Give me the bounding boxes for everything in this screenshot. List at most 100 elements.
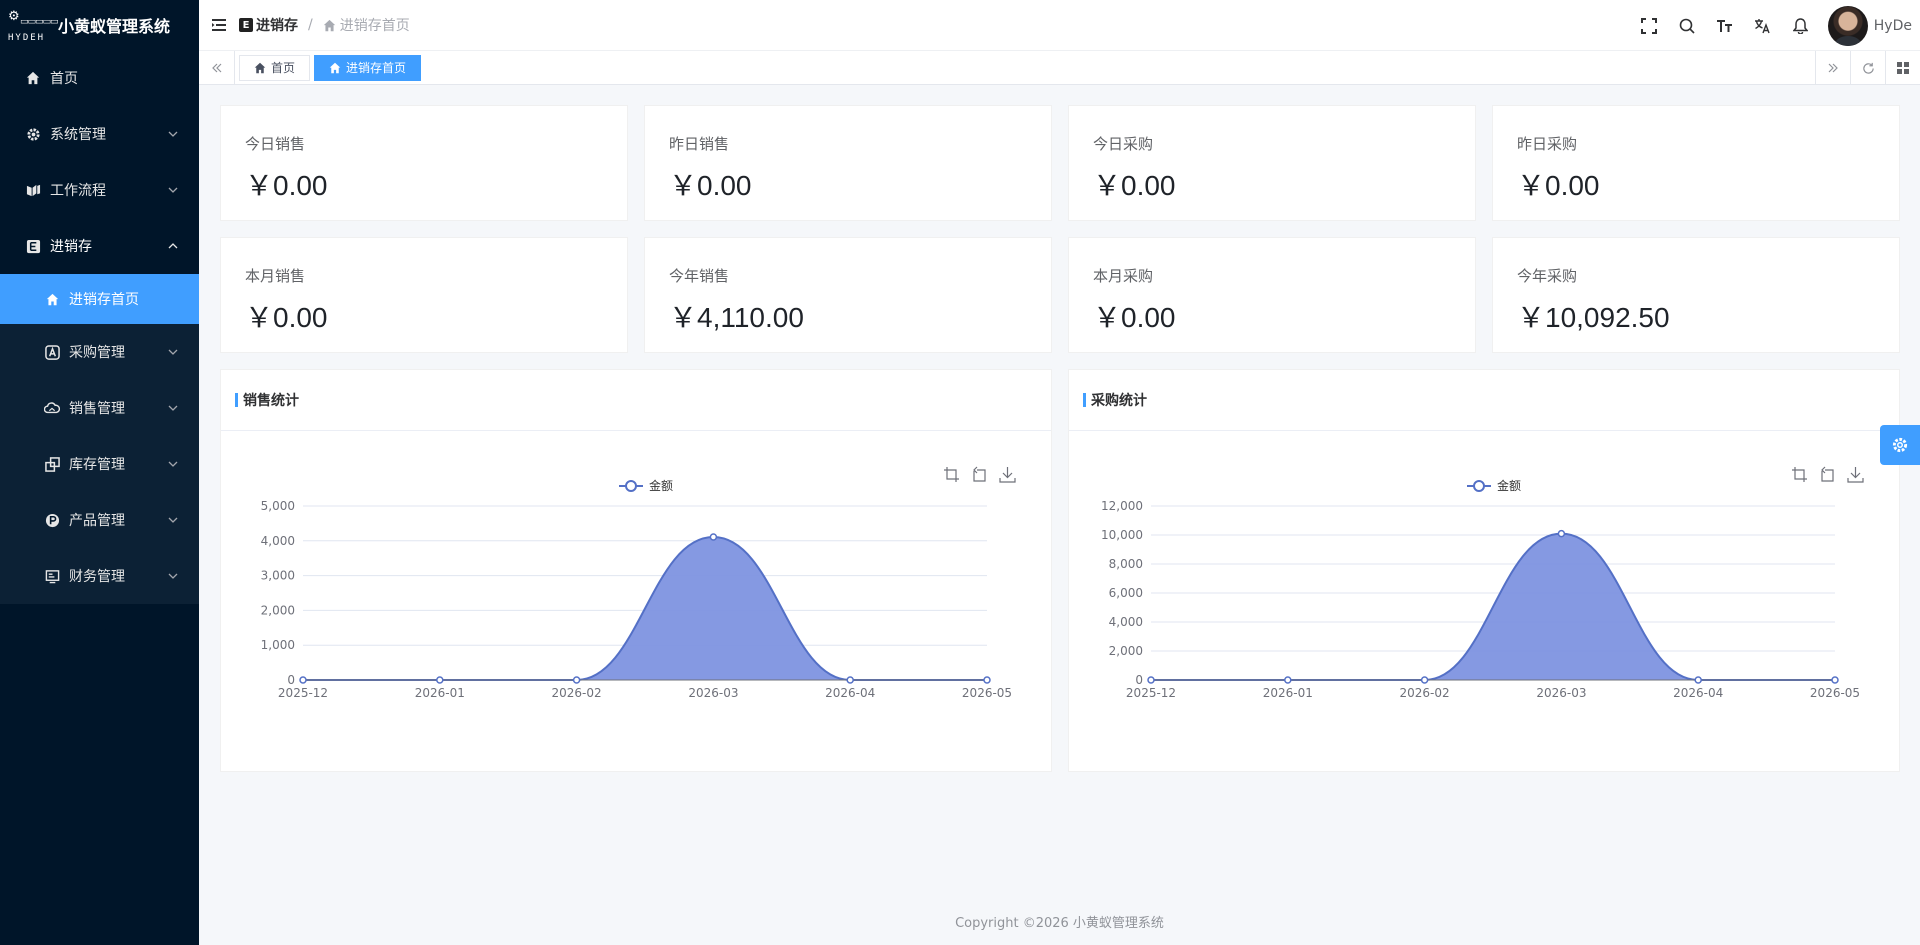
sidebar-item-label: 进销存首页 <box>69 292 139 308</box>
breadcrumb-item[interactable]: 进销存 <box>256 15 298 35</box>
sidebar-menu: 首页 系统管理 工作流程 进销存 进销存首页 采购管理 销售管理 库存管理 产品… <box>0 50 199 604</box>
footer-copyright: Copyright ©2026 小黄蚁管理系统 <box>955 916 1164 931</box>
purchase-chart-panel: 采购统计 金额 0 2,000 4,000 6,000 8,000 10,000 12,000… <box>1068 369 1900 772</box>
panel-header: 采购统计 <box>1069 370 1899 431</box>
stat-card: 本月销售 ￥0.00 <box>220 237 628 353</box>
legend-label: 金额 <box>649 478 673 493</box>
inventory-icon <box>25 238 41 254</box>
logo[interactable]: ⚙ ▭▭▭▭▭ HYDEH 小黄蚁管理系统 <box>0 0 199 50</box>
sidebar-item-purchase[interactable]: 采购管理 <box>0 324 199 380</box>
sidebar-item-sales[interactable]: 销售管理 <box>0 380 199 436</box>
y-tick-label: 2,000 <box>1109 644 1143 658</box>
breadcrumb-separator: / <box>308 17 313 33</box>
home-icon <box>25 70 41 86</box>
y-tick-label: 5,000 <box>261 499 295 513</box>
tab-label: 首页 <box>271 61 296 75</box>
tabs-scroll-right-icon[interactable] <box>1815 51 1850 85</box>
data-point <box>1694 676 1702 684</box>
sidebar-item-home[interactable]: 首页 <box>0 50 199 106</box>
inventory-submenu: 进销存首页 采购管理 销售管理 库存管理 产品管理 财务管理 <box>0 274 199 604</box>
sidebar-item-inventory[interactable]: 进销存 <box>0 218 199 274</box>
x-tick-label: 2026-02 <box>552 686 602 700</box>
data-point <box>572 676 581 684</box>
home-icon <box>323 19 335 31</box>
sidebar-item-product[interactable]: 产品管理 <box>0 492 199 548</box>
sidebar-item-label: 首页 <box>50 71 78 87</box>
stat-value: ￥0.00 <box>245 302 328 333</box>
data-point <box>299 676 307 684</box>
gear-icon <box>1892 437 1908 453</box>
stat-card: 昨日采购 ￥0.00 <box>1492 105 1900 221</box>
translate-icon[interactable] <box>1744 0 1782 51</box>
stat-card: 本月采购 ￥0.00 <box>1068 237 1476 353</box>
username[interactable]: HyDe <box>1874 18 1912 34</box>
panel-title: 采购统计 <box>1091 393 1147 409</box>
sidebar-item-label: 系统管理 <box>50 127 106 143</box>
tab-inventory-home[interactable]: 进销存首页 <box>314 54 422 81</box>
sidebar-item-inventory-home[interactable]: 进销存首页 <box>0 274 199 324</box>
sales-chart: 金额 0 1,000 2,000 3,000 4,000 5,000 2025-12 2026-… <box>261 478 1012 700</box>
fullscreen-icon[interactable] <box>1630 0 1668 51</box>
sidebar: ⚙ ▭▭▭▭▭ HYDEH 小黄蚁管理系统 首页 系统管理 工作流程 进销存 进… <box>0 0 199 945</box>
refresh-icon[interactable] <box>1850 51 1885 85</box>
inventory-icon: E <box>239 18 253 32</box>
top-header: E 进销存 / 进销存首页 HyDe <box>199 0 1920 51</box>
y-tick-label: 0 <box>287 673 295 687</box>
stat-label: 昨日销售 <box>669 135 730 153</box>
chevron-up-icon <box>168 243 178 249</box>
purchase-icon <box>44 344 60 360</box>
data-point <box>1831 676 1839 684</box>
tabs-bar: 首页 进销存首页 <box>199 50 1920 85</box>
sidebar-item-label: 财务管理 <box>69 569 125 585</box>
sidebar-item-warehouse[interactable]: 库存管理 <box>0 436 199 492</box>
tabs-scroll-left-icon[interactable] <box>199 50 235 85</box>
sales-chart-panel: 销售统计 金额 0 1,000 2,000 3,000 4,000 5,000 2025-12… <box>220 369 1052 772</box>
grid-menu-icon[interactable] <box>1885 51 1920 85</box>
chevron-down-icon <box>168 517 178 523</box>
stat-value: ￥0.00 <box>1517 170 1600 201</box>
stat-label: 今年采购 <box>1517 267 1578 285</box>
sidebar-item-system[interactable]: 系统管理 <box>0 106 199 162</box>
y-tick-label: 1,000 <box>261 638 295 652</box>
settings-float-button[interactable] <box>1880 425 1920 465</box>
title-accent-bar <box>235 393 238 407</box>
stat-label: 今年销售 <box>669 267 730 285</box>
x-tick-label: 2026-05 <box>1810 686 1860 700</box>
home-icon <box>329 62 341 74</box>
purchase-chart: 金额 0 2,000 4,000 6,000 8,000 10,000 12,000 2025-… <box>1101 478 1860 700</box>
y-tick-label: 2,000 <box>261 603 295 617</box>
x-tick-label: 2026-04 <box>825 686 875 700</box>
tab-home[interactable]: 首页 <box>239 54 311 81</box>
x-tick-label: 2026-03 <box>1536 686 1586 700</box>
chevron-down-icon <box>168 573 178 579</box>
tabs-actions <box>1815 51 1920 85</box>
x-tick-label: 2026-01 <box>415 686 465 700</box>
sidebar-item-finance[interactable]: 财务管理 <box>0 548 199 604</box>
x-tick-label: 2025-12 <box>278 686 328 700</box>
y-tick-label: 3,000 <box>261 569 295 583</box>
stat-label: 本月采购 <box>1093 267 1154 285</box>
y-tick-label: 10,000 <box>1101 528 1143 542</box>
data-point <box>1420 676 1429 684</box>
logo-icon: ⚙ ▭▭▭▭▭ HYDEH <box>8 9 59 43</box>
bell-icon[interactable] <box>1782 0 1820 51</box>
y-tick-label: 12,000 <box>1101 499 1143 513</box>
data-point <box>1284 676 1292 684</box>
header-actions: HyDe <box>1630 0 1920 51</box>
x-tick-label: 2026-04 <box>1673 686 1723 700</box>
data-point <box>1557 529 1566 538</box>
chevron-down-icon <box>168 131 178 137</box>
legend-marker <box>1473 480 1485 492</box>
stat-value: ￥0.00 <box>1093 302 1176 333</box>
avatar[interactable] <box>1827 5 1868 46</box>
panel-title: 销售统计 <box>243 393 299 409</box>
search-icon[interactable] <box>1668 0 1706 51</box>
stat-card: 今年销售 ￥4,110.00 <box>644 237 1052 353</box>
sidebar-item-workflow[interactable]: 工作流程 <box>0 162 199 218</box>
menu-fold-icon[interactable] <box>211 17 227 33</box>
font-size-icon[interactable] <box>1706 0 1744 51</box>
x-tick-label: 2026-03 <box>688 686 738 700</box>
y-tick-label: 6,000 <box>1109 586 1143 600</box>
cloud-icon <box>44 400 60 416</box>
app-title: 小黄蚁管理系统 <box>58 17 171 36</box>
